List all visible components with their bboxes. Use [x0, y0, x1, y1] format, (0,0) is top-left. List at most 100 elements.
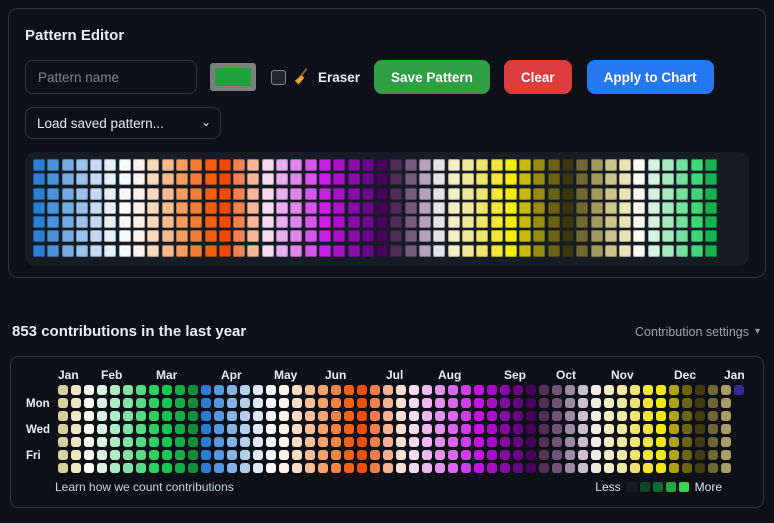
pattern-cell[interactable]	[691, 173, 703, 185]
pattern-cell[interactable]	[262, 202, 274, 214]
pattern-cell[interactable]	[491, 230, 503, 242]
pattern-cell[interactable]	[633, 245, 645, 257]
pattern-cell[interactable]	[119, 216, 131, 228]
pattern-cell[interactable]	[348, 159, 360, 171]
pattern-cell[interactable]	[33, 230, 45, 242]
pattern-cell[interactable]	[533, 173, 545, 185]
pattern-cell[interactable]	[47, 216, 59, 228]
pattern-cell[interactable]	[390, 245, 402, 257]
pattern-cell[interactable]	[205, 173, 217, 185]
pattern-cell[interactable]	[305, 159, 317, 171]
color-picker[interactable]	[210, 63, 256, 91]
pattern-cell[interactable]	[290, 230, 302, 242]
pattern-cell[interactable]	[176, 202, 188, 214]
pattern-cell[interactable]	[190, 245, 202, 257]
pattern-cell[interactable]	[348, 188, 360, 200]
pattern-cell[interactable]	[262, 173, 274, 185]
pattern-cell[interactable]	[633, 173, 645, 185]
pattern-cell[interactable]	[462, 159, 474, 171]
pattern-cell[interactable]	[348, 245, 360, 257]
pattern-cell[interactable]	[119, 173, 131, 185]
pattern-cell[interactable]	[591, 230, 603, 242]
pattern-cell[interactable]	[605, 188, 617, 200]
pattern-cell[interactable]	[76, 188, 88, 200]
pattern-cell[interactable]	[462, 173, 474, 185]
pattern-cell[interactable]	[47, 188, 59, 200]
pattern-cell[interactable]	[147, 159, 159, 171]
pattern-cell[interactable]	[705, 173, 717, 185]
pattern-cell[interactable]	[676, 230, 688, 242]
pattern-cell[interactable]	[705, 216, 717, 228]
pattern-cell[interactable]	[219, 173, 231, 185]
pattern-cell[interactable]	[691, 188, 703, 200]
pattern-name-input[interactable]	[25, 60, 197, 94]
pattern-cell[interactable]	[462, 216, 474, 228]
pattern-cell[interactable]	[104, 202, 116, 214]
pattern-cell[interactable]	[376, 188, 388, 200]
clear-button[interactable]: Clear	[504, 60, 572, 94]
pattern-cell[interactable]	[62, 188, 74, 200]
pattern-cell[interactable]	[390, 173, 402, 185]
pattern-cell[interactable]	[104, 230, 116, 242]
pattern-cell[interactable]	[176, 230, 188, 242]
pattern-cell[interactable]	[662, 159, 674, 171]
pattern-cell[interactable]	[276, 159, 288, 171]
pattern-cell[interactable]	[47, 159, 59, 171]
pattern-cell[interactable]	[605, 159, 617, 171]
pattern-cell[interactable]	[619, 173, 631, 185]
pattern-cell[interactable]	[262, 245, 274, 257]
pattern-cell[interactable]	[533, 230, 545, 242]
pattern-cell[interactable]	[76, 245, 88, 257]
pattern-cell[interactable]	[290, 245, 302, 257]
pattern-cell[interactable]	[691, 159, 703, 171]
pattern-cell[interactable]	[433, 230, 445, 242]
pattern-cell[interactable]	[233, 230, 245, 242]
pattern-cell[interactable]	[448, 188, 460, 200]
pattern-cell[interactable]	[233, 202, 245, 214]
pattern-cell[interactable]	[419, 202, 431, 214]
pattern-cell[interactable]	[62, 159, 74, 171]
pattern-cell[interactable]	[505, 245, 517, 257]
pattern-cell[interactable]	[591, 202, 603, 214]
pattern-cell[interactable]	[162, 159, 174, 171]
pattern-cell[interactable]	[247, 202, 259, 214]
pattern-cell[interactable]	[390, 159, 402, 171]
pattern-cell[interactable]	[505, 216, 517, 228]
pattern-cell[interactable]	[576, 188, 588, 200]
pattern-cell[interactable]	[562, 202, 574, 214]
pattern-cell[interactable]	[633, 188, 645, 200]
pattern-cell[interactable]	[319, 245, 331, 257]
pattern-cell[interactable]	[47, 202, 59, 214]
pattern-cell[interactable]	[476, 188, 488, 200]
pattern-cell[interactable]	[491, 216, 503, 228]
pattern-cell[interactable]	[219, 245, 231, 257]
pattern-cell[interactable]	[519, 159, 531, 171]
pattern-cell[interactable]	[491, 202, 503, 214]
pattern-cell[interactable]	[362, 230, 374, 242]
pattern-cell[interactable]	[319, 188, 331, 200]
pattern-cell[interactable]	[104, 159, 116, 171]
pattern-cell[interactable]	[576, 216, 588, 228]
pattern-cell[interactable]	[648, 188, 660, 200]
pattern-cell[interactable]	[705, 159, 717, 171]
pattern-cell[interactable]	[262, 216, 274, 228]
pattern-cell[interactable]	[104, 173, 116, 185]
pattern-cell[interactable]	[533, 188, 545, 200]
pattern-cell[interactable]	[162, 173, 174, 185]
pattern-cell[interactable]	[548, 188, 560, 200]
pattern-cell[interactable]	[133, 202, 145, 214]
pattern-cell[interactable]	[47, 245, 59, 257]
pattern-cell[interactable]	[562, 188, 574, 200]
pattern-cell[interactable]	[519, 202, 531, 214]
pattern-cell[interactable]	[376, 230, 388, 242]
pattern-cell[interactable]	[705, 188, 717, 200]
pattern-cell[interactable]	[519, 188, 531, 200]
pattern-cell[interactable]	[233, 188, 245, 200]
pattern-cell[interactable]	[247, 216, 259, 228]
pattern-cell[interactable]	[76, 216, 88, 228]
pattern-cell[interactable]	[662, 188, 674, 200]
pattern-cell[interactable]	[62, 216, 74, 228]
pattern-cell[interactable]	[104, 188, 116, 200]
pattern-cell[interactable]	[390, 230, 402, 242]
pattern-cell[interactable]	[676, 188, 688, 200]
